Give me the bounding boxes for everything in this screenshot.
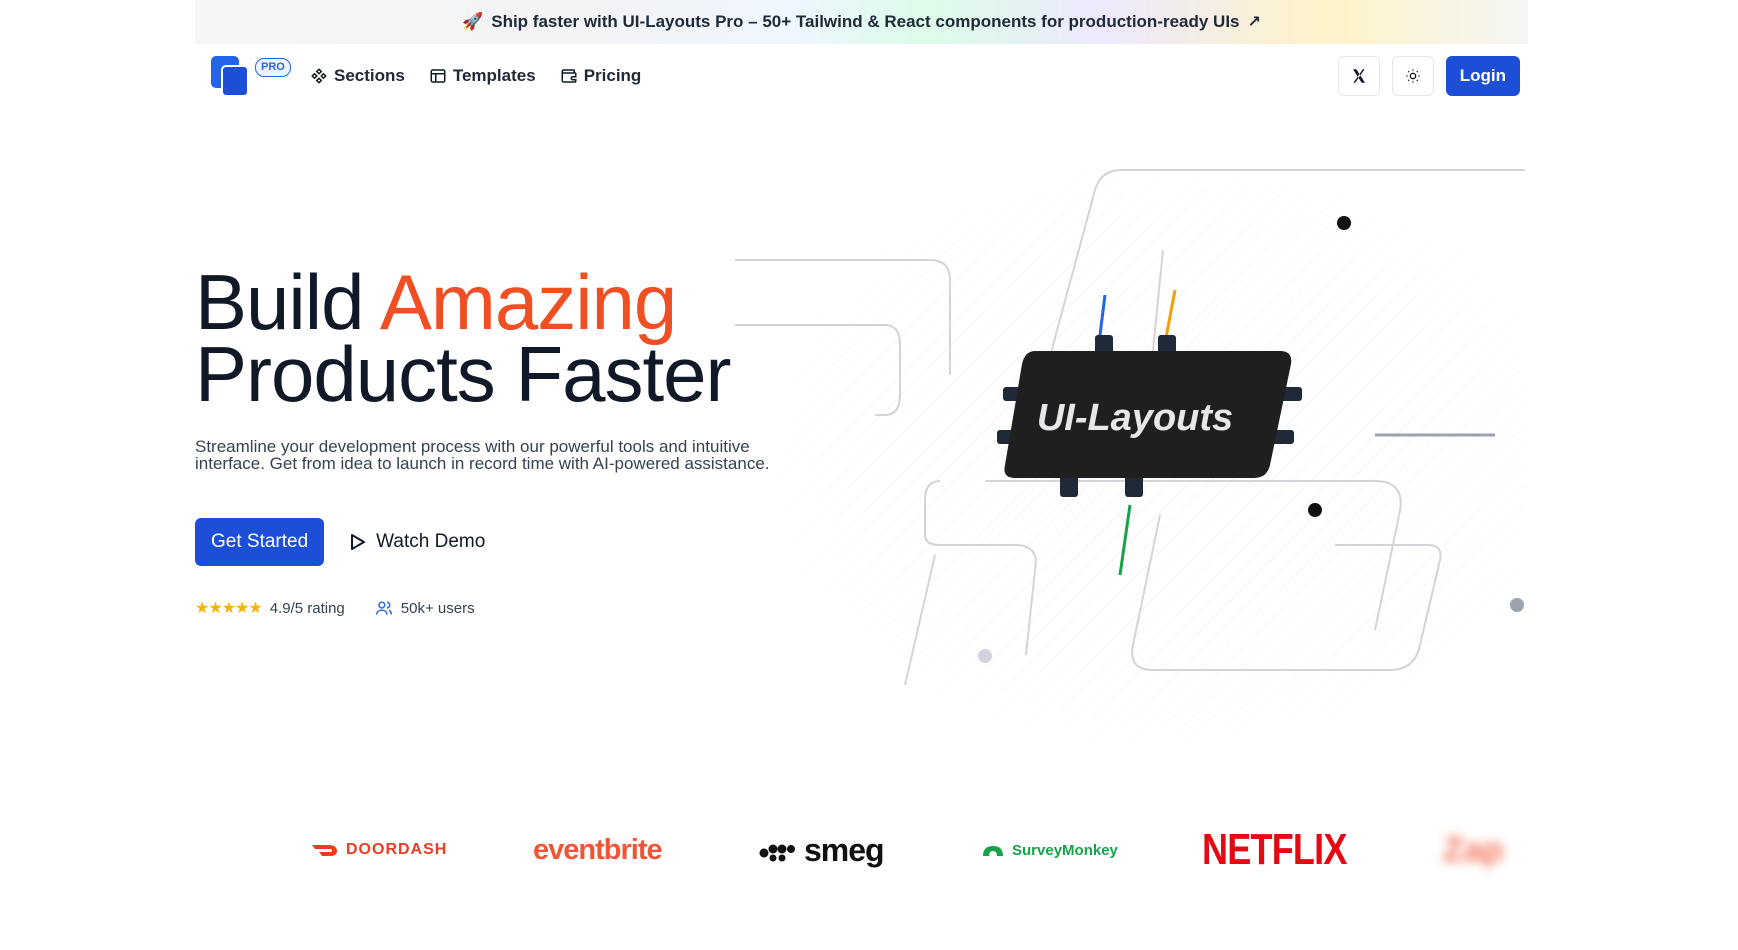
eventbrite-logo: eventbrite [533,833,663,866]
nav-templates-label: Templates [452,66,536,85]
x-social-button[interactable] [1337,56,1380,96]
rocket-icon: 🚀 [462,12,484,31]
star-rating-icon: ★★★★★ [195,600,263,617]
surveymonkey-logo: SurveyMonkey [980,820,1118,880]
top-nav: PRO Sections Templates Pricing Login [195,52,1528,100]
logo[interactable] [211,56,251,98]
banner-text[interactable]: Ship faster with UI-Layouts Pro – 50+ Ta… [491,12,1239,32]
rating-stat: ★★★★★ 4.9/5 rating [195,598,345,618]
login-button[interactable]: Login [1445,56,1520,96]
hero-illustration: UI-Layouts [735,165,1525,745]
announcement-banner[interactable]: 🚀 Ship faster with UI-Layouts Pro – 50+ … [195,0,1528,44]
play-icon [351,534,366,550]
arrow-up-right-icon: ↗ [1247,14,1261,31]
doordash-icon [312,845,337,856]
surveymonkey-icon [983,846,1003,856]
doordash-logo: DOORDASH [310,820,447,880]
nav-links: Sections Templates Pricing [310,52,641,100]
nav-pricing[interactable]: Pricing [560,66,642,86]
sections-icon [311,68,327,84]
nav-sections-label: Sections [334,66,405,85]
smeg-text: smeg [804,831,885,868]
x-logo-icon [1352,69,1365,83]
rating-text: 4.9/5 rating [269,599,345,617]
nav-pricing-label: Pricing [583,66,642,85]
hero-title: Build Amazing Products Faster [195,263,732,418]
hero-subtitle: Streamline your development process with… [195,437,770,473]
users-icon [375,601,392,615]
wallet-icon [561,69,577,83]
nav-actions: Login [1337,56,1520,96]
users-stat: 50k+ users [375,600,475,617]
templates-icon [430,69,446,83]
customer-logos: DOORDASH eventbrite smeg SurveyMonkey NE… [310,820,1528,880]
smeg-logo: smeg [758,820,885,880]
smeg-dots-icon [759,844,795,862]
surveymonkey-text: SurveyMonkey [1012,841,1118,859]
doordash-text: DOORDASH [346,841,448,858]
cta-row: Get Started Watch Demo [195,518,485,566]
users-text: 50k+ users [400,599,475,617]
get-started-button[interactable]: Get Started [195,518,325,566]
social-proof: ★★★★★ 4.9/5 rating 50k+ users [195,598,475,618]
page-frame: 🚀 Ship faster with UI-Layouts Pro – 50+ … [195,0,1528,950]
sun-icon [1406,69,1420,83]
nav-templates[interactable]: Templates [429,66,536,86]
theme-toggle-button[interactable] [1391,56,1434,96]
watch-demo-label: Watch Demo [376,531,486,552]
watch-demo-button[interactable]: Watch Demo [350,531,485,553]
chip-label: UI-Layouts [1037,397,1233,439]
netflix-logo: NETFLIX [1202,825,1347,874]
blurred-logo: Zap [1443,830,1504,869]
pro-badge: PRO [255,58,291,77]
hero-title-line2: Products Faster [195,330,732,418]
nav-sections[interactable]: Sections [310,66,405,86]
